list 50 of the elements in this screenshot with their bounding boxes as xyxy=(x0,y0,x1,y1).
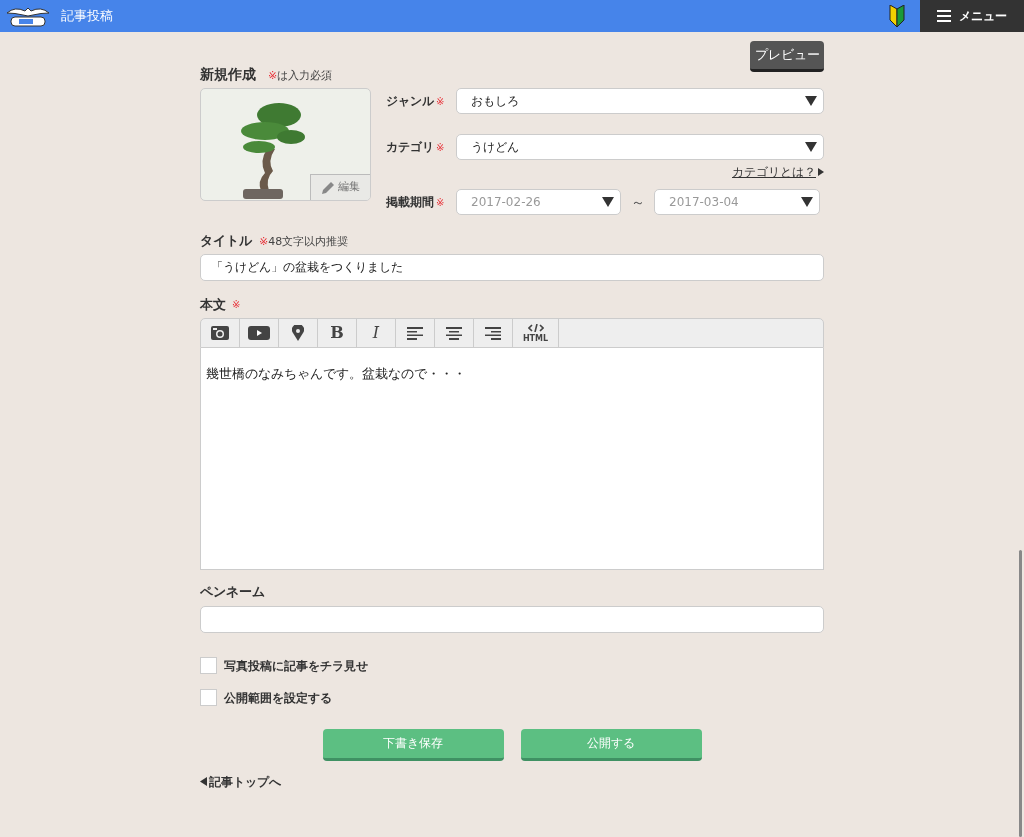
section-title: 新規作成 xyxy=(200,65,256,84)
bold-button[interactable]: B xyxy=(318,319,357,347)
field-note: 48文字以内推奨 xyxy=(268,234,349,250)
checkbox-label: 写真投稿に記事をチラ見せ xyxy=(224,657,368,675)
required-mark: ※ xyxy=(232,297,241,312)
html-button[interactable]: HTML xyxy=(513,319,559,347)
required-mark: ※ xyxy=(436,94,445,109)
pen-name-input[interactable] xyxy=(200,605,824,633)
back-link[interactable]: 記事トップへ xyxy=(200,772,281,791)
dropdown-caret-icon xyxy=(602,197,614,207)
italic-button[interactable]: I xyxy=(357,319,396,347)
required-note: は入力必須 xyxy=(277,68,333,84)
required-mark: ※ xyxy=(268,68,278,84)
range-separator: ～ xyxy=(629,192,646,212)
align-left-icon xyxy=(407,326,423,340)
checkbox[interactable] xyxy=(200,657,217,674)
required-mark: ※ xyxy=(259,234,269,250)
menu-icon xyxy=(937,10,951,22)
align-center-icon xyxy=(446,326,462,340)
required-mark: ※ xyxy=(436,140,445,155)
beginner-mark-icon xyxy=(889,5,905,27)
edit-button[interactable]: 編集 xyxy=(310,174,370,200)
category-help-link[interactable]: カテゴリとは？ xyxy=(732,163,824,181)
dropdown-caret-icon xyxy=(805,142,817,152)
field-label: カテゴリ xyxy=(386,139,434,156)
required-mark: ※ xyxy=(436,195,445,210)
checkbox[interactable] xyxy=(200,689,217,706)
arrow-left-icon xyxy=(200,777,207,786)
camera-icon xyxy=(211,326,229,340)
arrow-right-icon xyxy=(818,168,824,176)
play-icon xyxy=(248,326,270,340)
dropdown-caret-icon xyxy=(805,96,817,106)
select-field[interactable]: おもしろ xyxy=(456,88,824,114)
menu-button[interactable]: メニュー xyxy=(920,0,1024,32)
align-right-icon xyxy=(485,326,501,340)
field-label: ペンネーム xyxy=(200,583,266,601)
field-label: 本文 xyxy=(200,295,226,314)
page-title: 記事投稿 xyxy=(61,7,113,26)
body-textarea[interactable]: 幾世橋のなみちゃんです。盆栽なので・・・ xyxy=(200,348,824,570)
pencil-icon xyxy=(321,180,335,195)
code-icon xyxy=(527,323,544,332)
select-field[interactable]: うけどん xyxy=(456,134,824,160)
preview-button[interactable]: プレビュー xyxy=(750,41,824,72)
map-pin-icon xyxy=(292,325,304,341)
field-label: ジャンル xyxy=(386,93,434,110)
field-label: 掲載期間 xyxy=(386,194,434,211)
dropdown-caret-icon xyxy=(801,197,813,207)
field-label: タイトル xyxy=(200,232,252,250)
checkbox-label: 公開範囲を設定する xyxy=(224,689,332,707)
title-input[interactable]: 「うけどん」の盆栽をつくりました xyxy=(200,253,824,281)
